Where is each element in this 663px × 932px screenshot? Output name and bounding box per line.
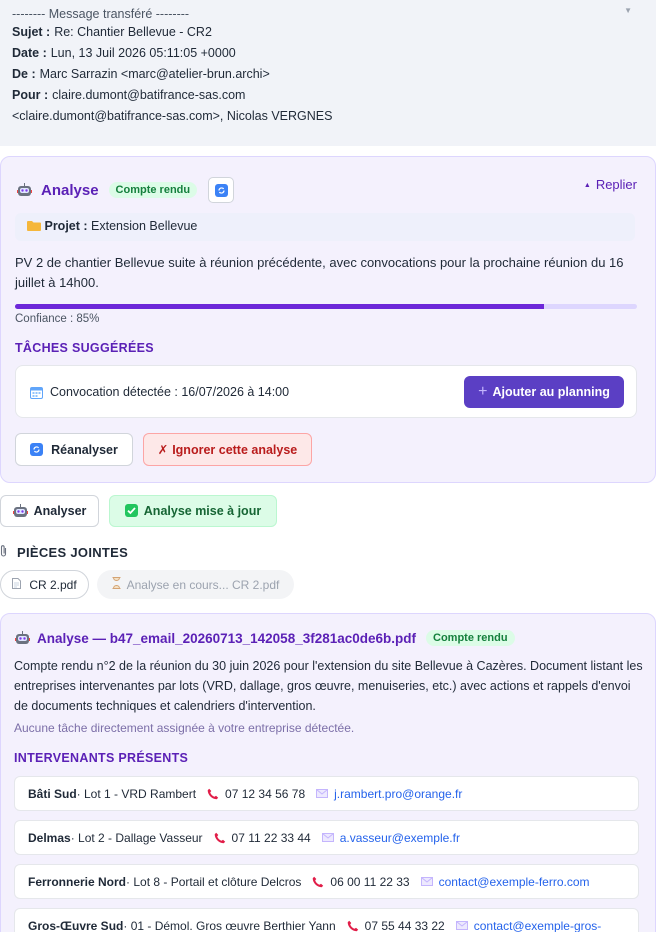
analysis-title: Analyse	[41, 181, 99, 199]
participant-phone[interactable]: 07 11 22 33 44	[232, 831, 311, 845]
ignore-label: Ignorer cette analyse	[172, 442, 298, 457]
attachment-name: CR 2.pdf	[29, 577, 77, 592]
to-continuation: <claire.dumont@batifrance-sas.com>, Nico…	[12, 109, 333, 123]
paperclip-icon	[0, 544, 7, 560]
analysis-summary: PV 2 de chantier Bellevue suite à réunio…	[15, 255, 624, 290]
confidence-label: Confiance : 85%	[15, 313, 100, 325]
participant-company: Gros-Œuvre Sud	[28, 918, 124, 932]
date-value: Lun, 13 Juil 2026 05:11:05 +0000	[50, 46, 236, 60]
no-task-note: Aucune tâche directement assignée à votr…	[14, 721, 355, 735]
participants-heading: INTERVENANTS PRÉSENTS	[14, 751, 189, 765]
file-icon	[12, 577, 22, 592]
participant-lot: · Lot 8 - Portail et clôture Delcros	[126, 874, 302, 889]
robot-icon	[12, 504, 28, 518]
participant-phone[interactable]: 06 00 11 22 33	[330, 875, 409, 889]
participant-email[interactable]: contact@exemple-ferro.com	[439, 875, 590, 889]
envelope-icon	[321, 833, 334, 842]
to-value: claire.dumont@batifrance-sas.com	[52, 88, 246, 102]
participant-company: Delmas	[28, 830, 71, 845]
attachment-pending-chip: Analyse en cours... CR 2.pdf	[97, 570, 294, 599]
task-item: Convocation détectée : 16/07/2026 à 14:0…	[15, 365, 637, 418]
folder-icon	[27, 219, 44, 233]
envelope-icon	[316, 789, 329, 798]
cross-icon: ✗	[157, 443, 169, 457]
forward-separator: -------- Message transféré --------	[12, 7, 190, 21]
ignore-analysis-button[interactable]: ✗ Ignorer cette analyse	[143, 433, 312, 466]
subject-label: Sujet :	[12, 25, 51, 39]
updated-label: Analyse mise à jour	[143, 504, 262, 518]
envelope-icon	[420, 877, 433, 886]
attachments-title: PIÈCES JOINTES	[17, 544, 129, 560]
add-to-planning-label: Ajouter au planning	[492, 385, 610, 399]
confidence-bar	[15, 304, 637, 309]
project-value: Extension Bellevue	[91, 219, 198, 233]
check-icon	[124, 504, 138, 518]
plus-icon: +	[478, 383, 488, 400]
pending-label: Analyse en cours... CR 2.pdf	[126, 577, 280, 592]
analysis-updated-badge: Analyse mise à jour	[109, 495, 277, 527]
to-label: Pour :	[12, 88, 49, 102]
participant-company: Bâti Sud	[28, 786, 77, 801]
from-label: De :	[12, 67, 36, 81]
collapse-label: Replier	[595, 177, 637, 192]
calendar-icon	[30, 386, 43, 402]
hourglass-icon	[112, 577, 121, 592]
refresh-icon	[30, 443, 44, 456]
refresh-button[interactable]	[208, 177, 235, 203]
phone-icon	[214, 832, 226, 844]
collapse-caret-icon: ▲	[583, 182, 591, 189]
collapse-toggle[interactable]: ▲ Replier	[584, 177, 637, 192]
attachments-heading: PIÈCES JOINTES	[0, 544, 128, 560]
forwarded-header: -------- Message transféré -------- Suje…	[0, 0, 656, 146]
participant-company: Ferronnerie Nord	[28, 874, 127, 889]
participant-lot: · 01 - Démol. Gros œuvre Berthier Yann	[123, 918, 336, 932]
refresh-icon	[214, 183, 228, 197]
reanalyze-label: Réanalyser	[51, 442, 118, 457]
participant-phone[interactable]: 07 55 44 33 22	[365, 919, 445, 932]
project-label: Projet :	[44, 219, 88, 233]
analysis-card: Analyse Compte rendu ▲ Replier Projet : E…	[0, 156, 656, 483]
participant-lot: · Lot 2 - Dallage Vasseur	[70, 830, 203, 845]
participant-phone[interactable]: 07 12 34 56 78	[225, 787, 305, 801]
robot-icon	[15, 631, 30, 645]
category-badge: Compte rendu	[108, 182, 198, 198]
participant-email[interactable]: contact@exemple-gros-	[474, 919, 602, 932]
participant-email[interactable]: a.vasseur@exemple.fr	[340, 831, 460, 845]
analyze-label: Analyser	[33, 504, 87, 518]
attachment-chip[interactable]: CR 2.pdf	[0, 570, 89, 599]
phone-icon	[207, 788, 219, 800]
project-box: Projet : Extension Bellevue	[15, 213, 635, 241]
participant-row: Gros-Œuvre Sud · 01 - Démol. Gros œuvre …	[14, 908, 639, 932]
confidence-fill	[15, 304, 544, 309]
task-text: Convocation détectée : 16/07/2026 à 14:0…	[50, 385, 290, 399]
participant-row: Delmas · Lot 2 - Dallage Vasseur 07 11 2…	[14, 820, 639, 855]
date-label: Date :	[12, 46, 47, 60]
phone-icon	[347, 920, 359, 932]
scroll-caret-icon[interactable]: ▼	[624, 6, 632, 15]
participant-row: Ferronnerie Nord · Lot 8 - Portail et cl…	[14, 864, 639, 899]
add-to-planning-button[interactable]: + Ajouter au planning	[464, 376, 624, 408]
subject-value: Re: Chantier Bellevue - CR2	[54, 25, 212, 39]
suggested-tasks-heading: TÂCHES SUGGÉRÉES	[15, 341, 154, 355]
attachment-analysis-title: Analyse — b47_email_20260713_142058_3f28…	[37, 630, 417, 646]
category-badge: Compte rendu	[426, 630, 515, 646]
reanalyze-button[interactable]: Réanalyser	[15, 433, 133, 466]
envelope-icon	[455, 921, 468, 930]
attachment-analysis-card: Analyse — b47_email_20260713_142058_3f28…	[0, 613, 656, 932]
participant-row: Bâti Sud · Lot 1 - VRD Rambert 07 12 34 …	[14, 776, 639, 811]
analyze-button[interactable]: Analyser	[0, 495, 99, 527]
participant-lot: · Lot 1 - VRD Rambert	[76, 786, 197, 801]
from-value: Marc Sarrazin <marc@atelier-brun.archi>	[39, 67, 270, 81]
robot-icon	[17, 183, 32, 197]
attachment-summary: Compte rendu n°2 de la réunion du 30 jui…	[14, 659, 643, 713]
phone-icon	[312, 876, 324, 888]
participant-email[interactable]: j.rambert.pro@orange.fr	[334, 787, 462, 801]
